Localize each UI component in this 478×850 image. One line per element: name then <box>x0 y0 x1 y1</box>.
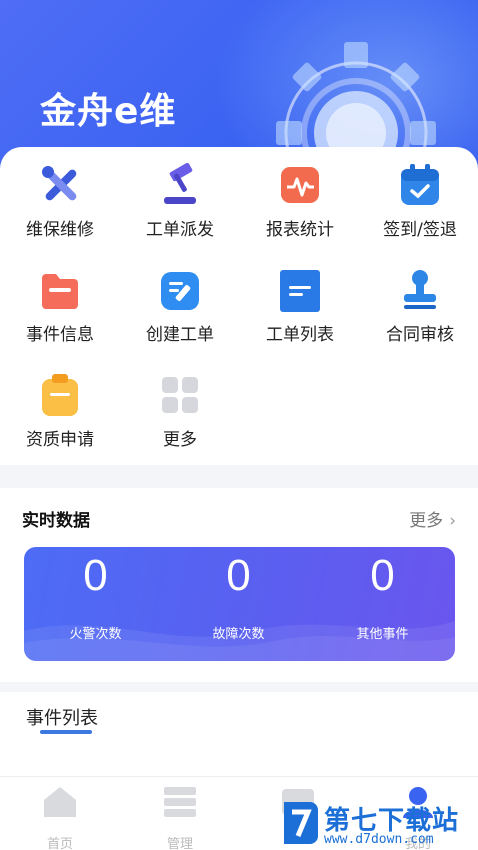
stats-panel: 0 火警次数 0 故障次数 0 其他事件 <box>24 547 455 661</box>
stamp-icon <box>404 270 436 309</box>
stat-value: 0 <box>83 551 108 600</box>
grid-more-icon <box>162 377 198 413</box>
folder-icon <box>42 274 78 309</box>
menu-item-create-order[interactable]: 创建工单 <box>120 268 240 358</box>
menu-item-label: 更多 <box>163 430 197 450</box>
menu-item-label: 报表统计 <box>266 220 334 240</box>
stat-label: 火警次数 <box>69 627 122 642</box>
menu-item-qualification[interactable]: 资质申请 <box>0 373 120 463</box>
menu-item-contract-review[interactable]: 合同审核 <box>360 268 478 358</box>
menu-item-dispatch[interactable]: 工单派发 <box>120 163 240 253</box>
menu-item-order-list[interactable]: 工单列表 <box>240 268 360 358</box>
chart-pulse-icon <box>281 167 319 203</box>
realtime-title: 实时数据 <box>22 511 90 531</box>
tab-label: 首页 <box>46 837 73 850</box>
menu-item-event-info[interactable]: 事件信息 <box>0 268 120 358</box>
tab-underline <box>40 730 92 734</box>
realtime-card: 实时数据 更多 › 0 火警次数 0 故障次数 0 其他事件 <box>0 488 478 682</box>
site-watermark: 第七下载站 www.d7down.com <box>280 798 478 850</box>
tab-home[interactable]: 首页 <box>30 785 90 850</box>
home-icon <box>44 787 76 817</box>
menu-item-label: 合同审核 <box>386 325 454 345</box>
menu-item-label: 签到/签退 <box>383 220 457 240</box>
menu-item-maintenance[interactable]: 维保维修 <box>0 163 120 253</box>
tools-icon <box>42 166 77 201</box>
menu-item-checkin[interactable]: 签到/签退 <box>360 163 478 253</box>
realtime-more-label: 更多 <box>409 511 444 531</box>
watermark-logo-icon <box>284 802 318 844</box>
edit-icon <box>161 272 199 310</box>
stat-value: 0 <box>226 551 251 600</box>
stat-label: 其他事件 <box>356 627 409 642</box>
menu-item-label: 工单派发 <box>146 220 214 240</box>
menu-item-label: 事件信息 <box>26 325 94 345</box>
document-list-icon <box>280 270 320 312</box>
realtime-more-link[interactable]: 更多 › <box>409 506 456 531</box>
event-list-title[interactable]: 事件列表 <box>26 704 98 730</box>
menu-item-more[interactable]: 更多 <box>120 373 240 463</box>
stat-value: 0 <box>370 551 395 600</box>
menu-item-label: 资质申请 <box>26 430 94 450</box>
menu-item-label: 创建工单 <box>146 325 214 345</box>
event-list-section: 事件列表 <box>0 692 478 776</box>
menu-item-label: 工单列表 <box>266 325 334 345</box>
calendar-check-icon <box>401 164 439 205</box>
clipboard-icon <box>42 374 78 416</box>
app-title: 金舟e维 <box>40 91 177 132</box>
chevron-right-icon: › <box>449 511 456 531</box>
gavel-icon <box>164 163 196 204</box>
list-icon <box>164 787 196 817</box>
menu-item-reports[interactable]: 报表统计 <box>240 163 360 253</box>
watermark-url: www.d7down.com <box>324 832 434 847</box>
menu-item-label: 维保维修 <box>26 220 94 240</box>
tab-label: 管理 <box>166 837 193 850</box>
stat-label: 故障次数 <box>212 627 265 642</box>
tab-manage[interactable]: 管理 <box>150 785 210 850</box>
